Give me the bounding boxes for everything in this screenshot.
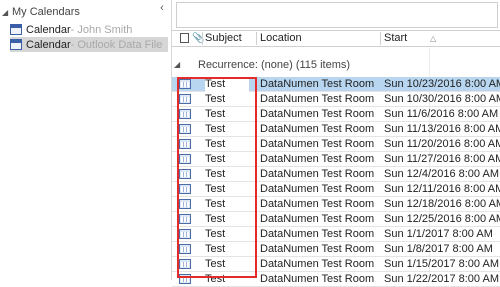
appointment-row[interactable]: Test DataNumen Test Room Sun 11/27/2016 8:… <box>172 152 500 167</box>
appointment-row[interactable]: Test DataNumen Test Room Sun 11/13/2016 8:… <box>172 122 500 137</box>
appointment-start: Sun 11/27/2016 8:00 AM <box>384 153 500 165</box>
appointment-subject: Test <box>205 198 226 210</box>
calendar-icon <box>10 39 22 50</box>
appointment-subject: Test <box>205 77 250 92</box>
column-header-row: 📎 Subject Location Start △ <box>172 30 500 47</box>
appointment-start: Sun 11/20/2016 8:00 AM <box>384 138 500 150</box>
appointment-icon <box>179 274 191 284</box>
appointment-start: Sun 12/4/2016 8:00 AM <box>384 168 499 180</box>
expand-triangle-icon[interactable]: ◢ <box>2 8 12 17</box>
appointment-row[interactable]: Test DataNumen Test Room Sun 12/4/2016 8:0… <box>172 167 500 182</box>
appointment-subject: Test <box>205 213 226 225</box>
appointment-start: Sun 1/8/2017 8:00 AM <box>384 243 493 255</box>
calendar-name: Calendar <box>26 38 71 51</box>
appointment-location: DataNumen Test Room <box>260 93 375 105</box>
my-calendars-group[interactable]: ◢ My Calendars <box>2 4 80 20</box>
appointment-start: Sun 1/1/2017 8:00 AM <box>384 228 493 240</box>
appointment-subject: Test <box>205 168 226 180</box>
appointment-location: DataNumen Test Room <box>260 108 375 120</box>
appointment-row[interactable]: Test DataNumen Test Room Sun 11/20/2016 8:… <box>172 137 500 152</box>
appointment-subject: Test <box>205 153 226 165</box>
appointment-icon <box>179 184 191 194</box>
nav-item-calendar-outlook-data-file[interactable]: Calendar - Outlook Data File <box>10 37 168 52</box>
appointment-subject: Test <box>205 93 226 105</box>
group-label: Recurrence: (none) (115 items) <box>198 59 351 71</box>
appointment-subject: Test <box>205 258 226 270</box>
search-box[interactable] <box>176 2 498 28</box>
nav-item-calendar-john-smith[interactable]: Calendar - John Smith <box>10 22 168 37</box>
appointment-row[interactable]: Test DataNumen Test Room Sun 11/6/2016 8:0… <box>172 107 500 122</box>
appointment-icon <box>179 124 191 134</box>
calendar-icon <box>10 24 22 35</box>
calendar-name: Calendar <box>26 23 71 36</box>
appointment-location: DataNumen Test Room <box>260 198 375 210</box>
appointment-icon <box>179 214 191 224</box>
item-type-column-icon[interactable] <box>180 33 189 43</box>
appointment-start: Sun 12/18/2016 8:00 AM <box>384 198 500 210</box>
appointment-subject: Test <box>205 138 226 150</box>
appointment-location: DataNumen Test Room <box>260 123 375 135</box>
collapse-pane-icon[interactable]: ‹ <box>156 2 168 14</box>
column-divider[interactable] <box>202 32 203 45</box>
appointment-icon <box>179 139 191 149</box>
appointment-subject: Test <box>205 243 226 255</box>
appointment-location: DataNumen Test Room <box>260 168 375 180</box>
appointment-start: Sun 10/23/2016 8:00 AM <box>384 78 500 90</box>
appointment-subject: Test <box>205 108 226 120</box>
appointment-row[interactable]: Test DataNumen Test Room Sun 12/11/2016 8:… <box>172 182 500 197</box>
appointment-icon <box>179 244 191 254</box>
appointment-row[interactable]: Test DataNumen Test Room Sun 12/18/2016 8:… <box>172 197 500 212</box>
appointment-location: DataNumen Test Room <box>260 243 375 255</box>
calendar-owner: - John Smith <box>70 23 133 36</box>
appointment-icon <box>179 259 191 269</box>
appointment-start: Sun 12/25/2016 8:00 AM <box>384 213 500 225</box>
collapse-group-icon[interactable]: ◢ <box>174 57 180 73</box>
appointment-icon <box>179 79 191 89</box>
appointment-row[interactable]: Test DataNumen Test Room Sun 10/30/2016 8:… <box>172 92 500 107</box>
group-header-row[interactable]: ◢ Recurrence: (none) (115 items) <box>172 57 500 73</box>
appointment-icon <box>179 229 191 239</box>
appointment-row[interactable]: Test DataNumen Test Room Sun 1/8/2017 8:00… <box>172 242 500 257</box>
appointment-start: Sun 1/15/2017 8:00 AM <box>384 258 499 270</box>
appointment-start: Sun 11/6/2016 8:00 AM <box>384 108 499 120</box>
appointment-location: DataNumen Test Room <box>260 213 375 225</box>
appointment-location: DataNumen Test Room <box>260 183 375 195</box>
column-header-location[interactable]: Location <box>260 31 302 46</box>
appointment-row[interactable]: Test DataNumen Test Room Sun 1/15/2017 8:0… <box>172 257 500 272</box>
appointment-subject: Test <box>205 123 226 135</box>
appointment-location: DataNumen Test Room <box>260 138 375 150</box>
appointment-start: Sun 12/11/2016 8:00 AM <box>384 183 500 195</box>
calendar-owner: - Outlook Data File <box>70 38 163 51</box>
appointment-subject: Test <box>205 183 226 195</box>
appointment-start: Sun 10/30/2016 8:00 AM <box>384 93 500 105</box>
appointment-icon <box>179 169 191 179</box>
calendar-list-view: 📎 Subject Location Start △ ◢ Recurrence:… <box>172 0 500 287</box>
appointment-location: DataNumen Test Room <box>260 153 375 165</box>
appointment-icon <box>179 109 191 119</box>
navigation-pane: ‹ ◢ My Calendars Calendar - John Smith C… <box>0 0 172 280</box>
appointment-icon <box>179 154 191 164</box>
column-header-start[interactable]: Start <box>384 31 407 46</box>
appointment-list: Test DataNumen Test Room Sun 10/23/2016 8:… <box>172 77 500 287</box>
appointment-location: DataNumen Test Room <box>260 228 375 240</box>
appointment-location: DataNumen Test Room <box>260 258 375 270</box>
appointment-icon <box>179 199 191 209</box>
appointment-row[interactable]: Test DataNumen Test Room Sun 1/1/2017 8:00… <box>172 227 500 242</box>
appointment-location: DataNumen Test Room <box>260 78 375 90</box>
appointment-start: Sun 11/13/2016 8:00 AM <box>384 123 500 135</box>
appointment-subject: Test <box>205 228 226 240</box>
appointment-row[interactable]: Test DataNumen Test Room Sun 12/25/2016 8:… <box>172 212 500 227</box>
column-header-subject[interactable]: Subject <box>205 31 242 46</box>
appointment-row[interactable]: Test DataNumen Test Room Sun 10/23/2016 8:… <box>172 77 500 92</box>
column-divider[interactable] <box>380 32 381 45</box>
sort-ascending-icon: △ <box>430 34 437 43</box>
column-divider[interactable] <box>256 32 257 45</box>
appointment-icon <box>179 94 191 104</box>
my-calendars-label: My Calendars <box>12 6 80 18</box>
